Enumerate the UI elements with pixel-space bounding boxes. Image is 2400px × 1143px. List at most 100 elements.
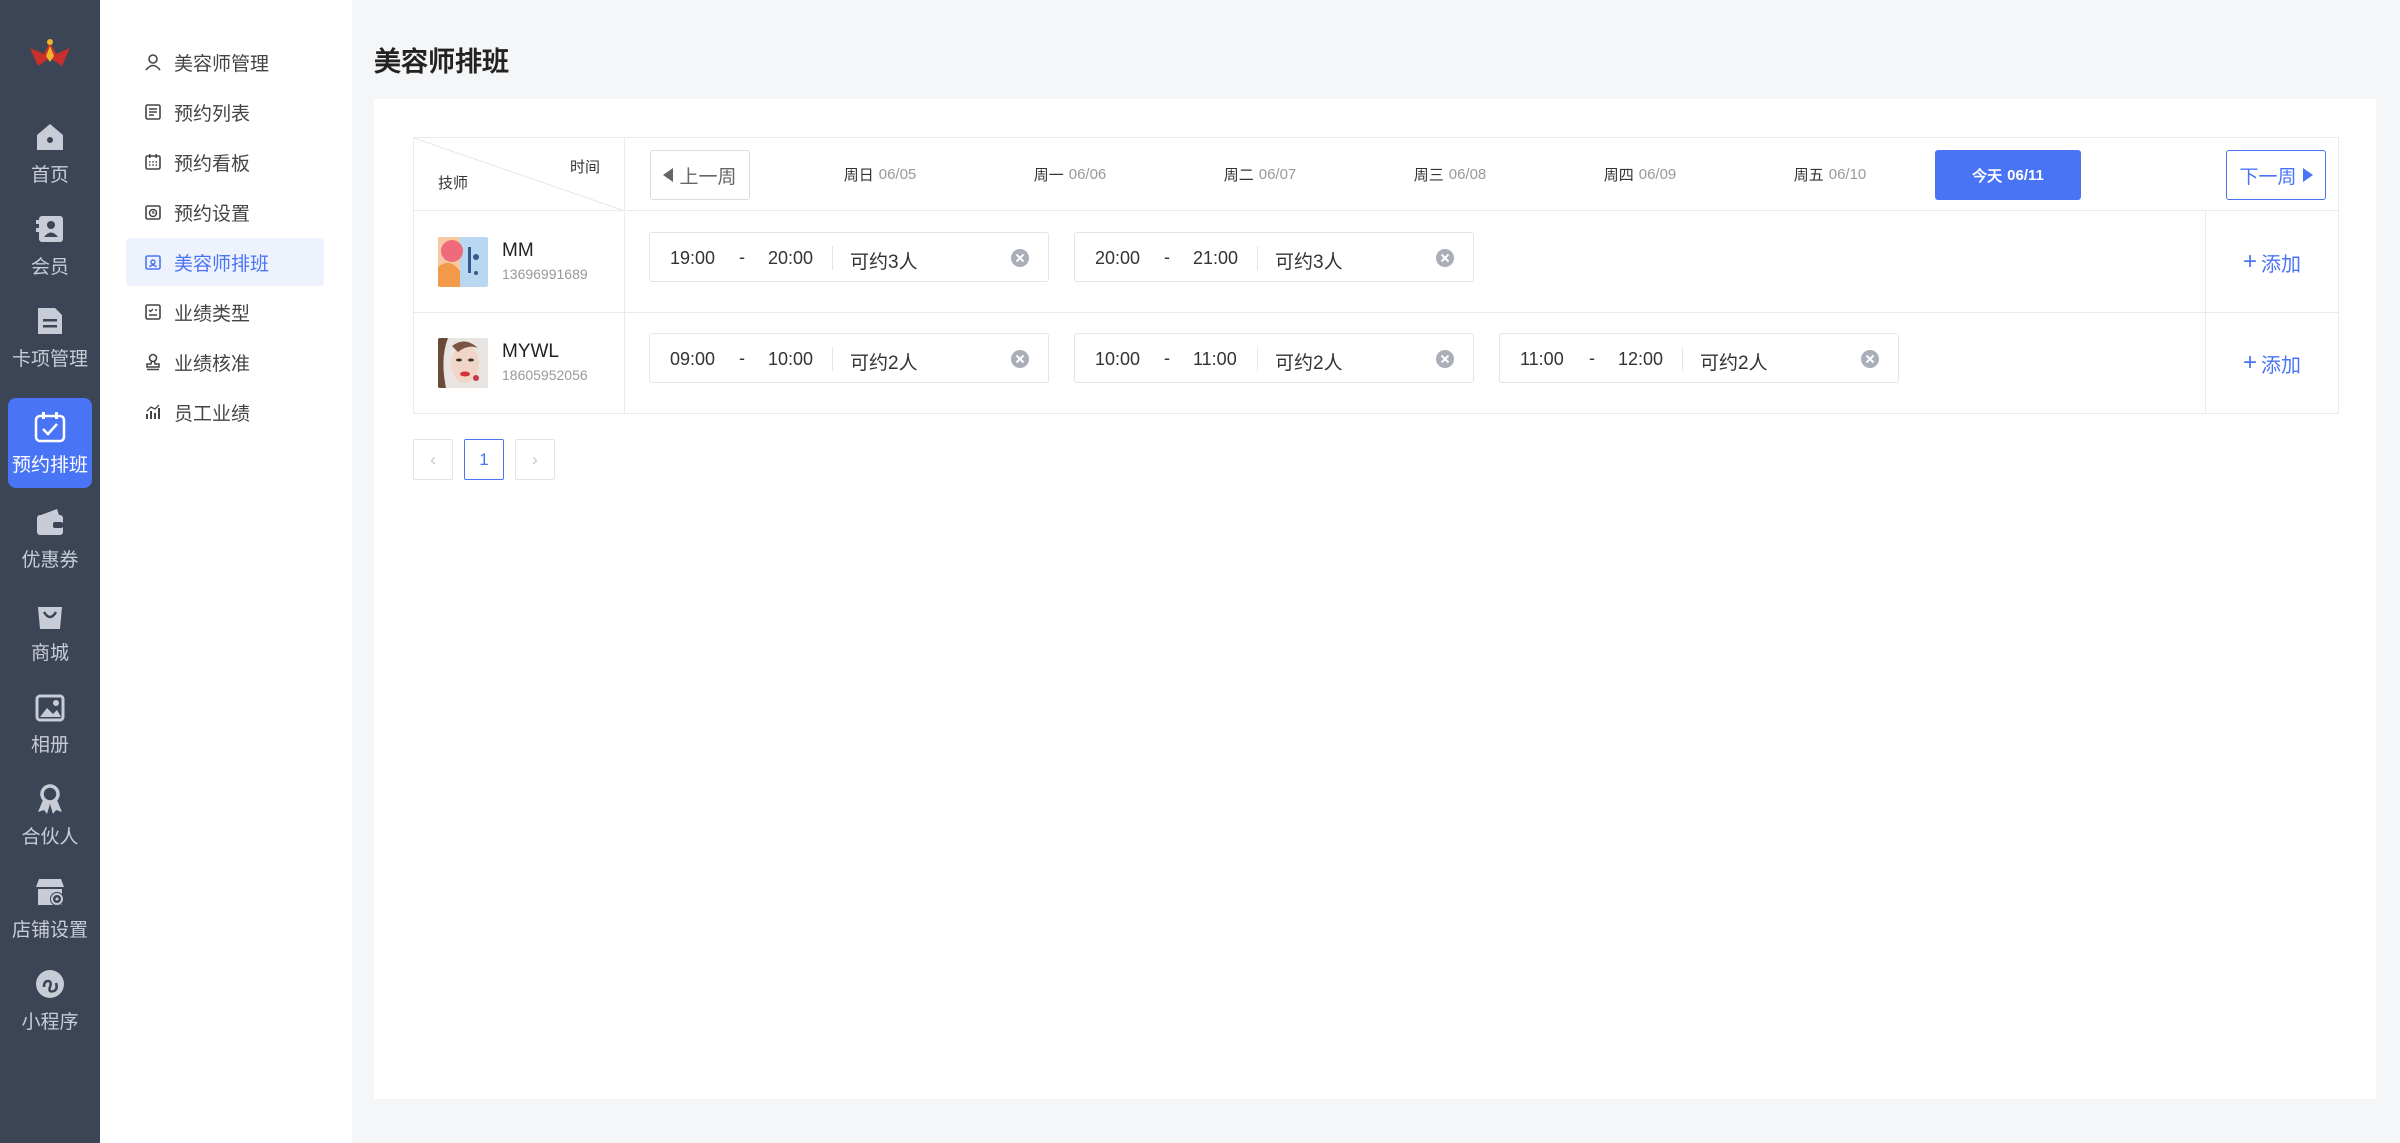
- store-settings-icon: [36, 878, 64, 906]
- submenu-item-beautician-management[interactable]: 美容师管理: [126, 38, 324, 86]
- schedule-card: 时间 技师 上一周 周日 06/05 周一 06/06 周二 06/07 周三: [374, 99, 2376, 1099]
- rail-item-store-settings[interactable]: 店铺设置: [8, 863, 92, 953]
- submenu-item-label: 预约设置: [174, 203, 251, 225]
- rail-item-mall[interactable]: 商城: [8, 586, 92, 676]
- day-name: 周四: [1603, 167, 1634, 184]
- submenu-item-staff-performance[interactable]: 员工业绩: [126, 388, 324, 436]
- day-column-sun[interactable]: 周日 06/05: [790, 138, 970, 211]
- day-name: 周三: [1413, 167, 1444, 184]
- slot-dash: -: [739, 247, 745, 267]
- day-column-mon[interactable]: 周一 06/06: [980, 138, 1160, 211]
- slot-end-time[interactable]: 12:00: [1618, 349, 1663, 370]
- slot-capacity[interactable]: 可约3人: [1275, 247, 1343, 274]
- bar-chart-icon: [146, 404, 160, 419]
- table-row: MM 13696991689 19:00 - 20:00 可约3人 20:00 …: [414, 212, 2338, 313]
- day-column-today[interactable]: 今天 06/11: [1935, 150, 2081, 200]
- remove-slot-icon[interactable]: [1010, 349, 1030, 369]
- submenu-item-performance-approval[interactable]: 业绩核准: [126, 338, 324, 386]
- technician-cell: MYWL 18605952056: [414, 313, 625, 413]
- rail-item-label: 会员: [30, 256, 69, 278]
- triangle-left-icon: [663, 168, 674, 182]
- slot-capacity[interactable]: 可约2人: [1275, 348, 1343, 375]
- slot-end-time[interactable]: 11:00: [1193, 349, 1237, 370]
- slot-dash: -: [1164, 348, 1170, 368]
- slot-start-time[interactable]: 10:00: [1095, 349, 1140, 370]
- rail-item-label: 商城: [30, 642, 69, 664]
- add-slot-button[interactable]: + 添加: [2205, 313, 2338, 413]
- next-page-button[interactable]: ›: [515, 439, 555, 480]
- album-icon: [35, 694, 65, 721]
- remove-slot-icon[interactable]: [1010, 248, 1030, 268]
- submenu-item-booking-settings[interactable]: 预约设置: [126, 188, 324, 236]
- triangle-right-icon: [2302, 168, 2313, 182]
- next-week-button[interactable]: 下一周: [2226, 150, 2326, 200]
- submenu-item-booking-board[interactable]: 预约看板: [126, 138, 324, 186]
- technician-name: MYWL: [502, 341, 559, 362]
- technician-phone: 18605952056: [502, 367, 588, 383]
- day-name: 今天: [1972, 167, 2003, 185]
- rail-item-label: 相册: [30, 734, 69, 756]
- avatar: [438, 237, 488, 287]
- partner-icon: [38, 783, 62, 814]
- stamp-icon: [146, 353, 160, 371]
- slot-start-time[interactable]: 20:00: [1095, 248, 1140, 269]
- day-column-fri[interactable]: 周五 06/10: [1740, 138, 1920, 211]
- submenu-item-booking-list[interactable]: 预约列表: [126, 88, 324, 136]
- submenu-item-label: 预约列表: [174, 103, 251, 125]
- slot-divider: [1257, 246, 1258, 270]
- day-name: 周日: [843, 167, 874, 184]
- board-icon: [145, 154, 161, 170]
- rail-item-member[interactable]: 会员: [8, 200, 92, 290]
- slot-divider: [1257, 347, 1258, 371]
- rail-item-miniprogram[interactable]: 小程序: [8, 955, 92, 1045]
- rail-item-partner[interactable]: 合伙人: [8, 770, 92, 860]
- slot-dash: -: [1589, 348, 1595, 368]
- remove-slot-icon[interactable]: [1435, 248, 1455, 268]
- slot-end-time[interactable]: 10:00: [768, 349, 813, 370]
- day-column-thu[interactable]: 周四 06/09: [1550, 138, 1730, 211]
- prev-page-button[interactable]: ‹: [413, 439, 453, 480]
- day-date: 06/10: [1828, 166, 1867, 183]
- page-title: 美容师排班: [374, 47, 509, 77]
- rail-item-label: 预约排班: [11, 454, 88, 476]
- slot-start-time[interactable]: 09:00: [670, 349, 715, 370]
- day-name: 周一: [1033, 167, 1064, 184]
- rail-item-card-management[interactable]: 卡项管理: [8, 292, 92, 382]
- brand-logo-icon: [30, 39, 70, 66]
- slot-divider: [832, 347, 833, 371]
- rail-item-home[interactable]: 首页: [8, 108, 92, 198]
- card-icon: [38, 307, 62, 334]
- technician-phone: 13696991689: [502, 266, 588, 282]
- add-slot-button[interactable]: + 添加: [2205, 212, 2338, 312]
- slot-divider: [832, 246, 833, 270]
- time-slot[interactable]: 20:00 - 21:00 可约3人: [1074, 232, 1474, 282]
- submenu-item-beautician-schedule[interactable]: 美容师排班: [126, 238, 324, 286]
- rail-item-label: 合伙人: [21, 826, 79, 848]
- member-icon: [36, 215, 63, 242]
- remove-slot-icon[interactable]: [1860, 349, 1880, 369]
- time-slot[interactable]: 19:00 - 20:00 可约3人: [649, 232, 1049, 282]
- time-slot[interactable]: 09:00 - 10:00 可约2人: [649, 333, 1049, 383]
- slot-capacity[interactable]: 可约2人: [850, 348, 918, 375]
- slot-capacity[interactable]: 可约3人: [850, 247, 918, 274]
- submenu-item-performance-type[interactable]: 业绩类型: [126, 288, 324, 336]
- rail-item-album[interactable]: 相册: [8, 678, 92, 768]
- day-column-wed[interactable]: 周三 06/08: [1360, 138, 1540, 211]
- list-icon: [145, 104, 161, 120]
- rail-item-coupon[interactable]: 优惠券: [8, 493, 92, 583]
- slot-start-time[interactable]: 19:00: [670, 248, 715, 269]
- slot-end-time[interactable]: 21:00: [1193, 248, 1238, 269]
- bag-icon: [38, 606, 62, 629]
- slot-start-time[interactable]: 11:00: [1520, 349, 1564, 370]
- slot-end-time[interactable]: 20:00: [768, 248, 813, 269]
- slot-capacity[interactable]: 可约2人: [1700, 348, 1768, 375]
- prev-week-button[interactable]: 上一周: [650, 150, 750, 200]
- time-slot[interactable]: 10:00 - 11:00 可约2人: [1074, 333, 1474, 383]
- time-slot[interactable]: 11:00 - 12:00 可约2人: [1499, 333, 1899, 383]
- day-column-tue[interactable]: 周二 06/07: [1170, 138, 1350, 211]
- avatar: [438, 338, 488, 388]
- rail-item-booking-schedule[interactable]: 预约排班: [8, 398, 92, 488]
- rail-item-label: 首页: [30, 164, 69, 186]
- remove-slot-icon[interactable]: [1435, 349, 1455, 369]
- page-number-button[interactable]: 1: [464, 439, 504, 480]
